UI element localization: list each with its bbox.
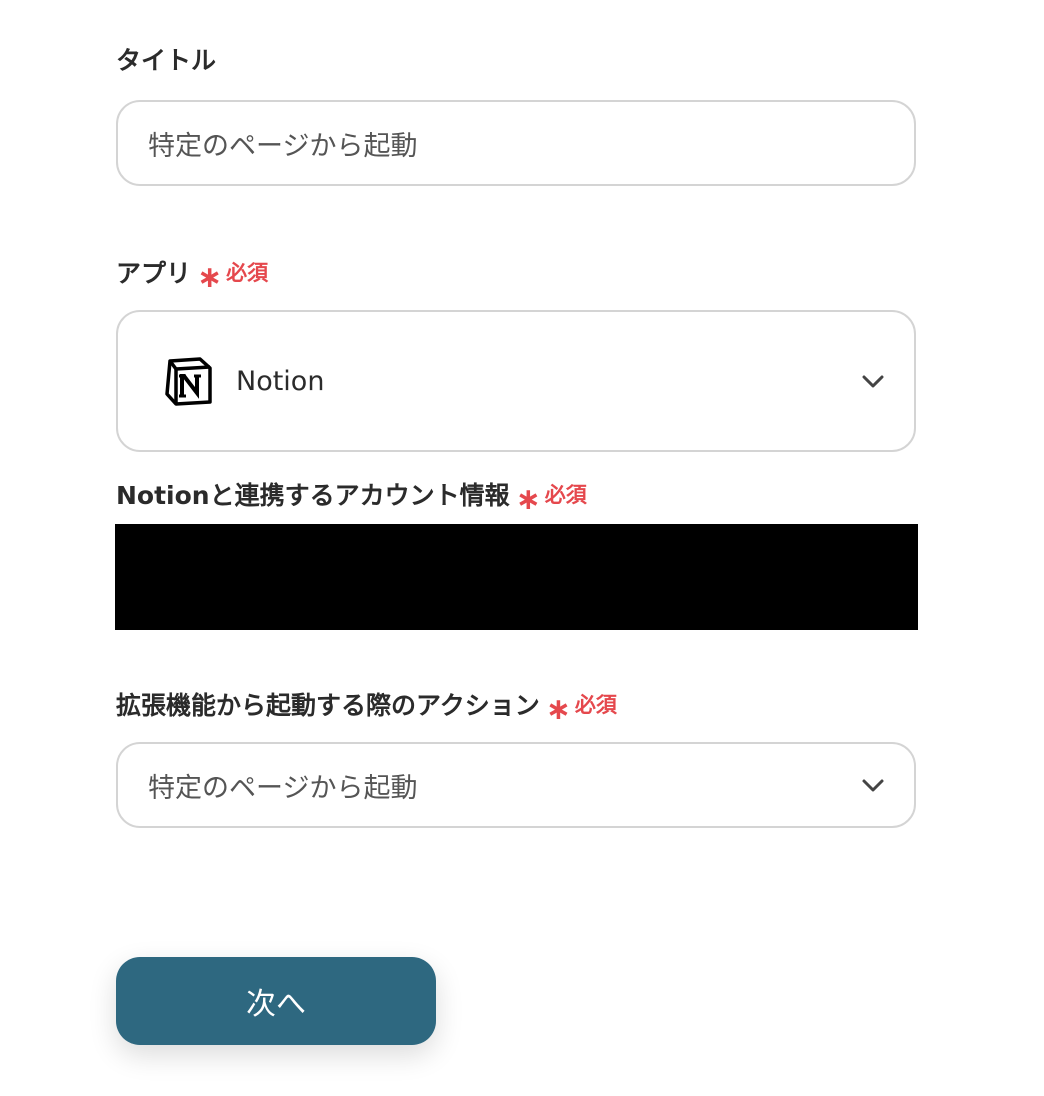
title-input-value: 特定のページから起動 <box>148 130 418 162</box>
title-label: タイトル <box>116 48 216 73</box>
required-star: ∗ <box>515 482 541 517</box>
account-label: Notionと連携するアカウント情報 ∗ 必須 <box>116 480 587 515</box>
action-label: 拡張機能から起動する際のアクション ∗ 必須 <box>116 690 617 725</box>
required-text: 必須 <box>574 692 617 717</box>
title-input[interactable]: 特定のページから起動 <box>116 100 916 186</box>
required-marker: ∗ 必須 <box>546 690 617 725</box>
action-label-text: 拡張機能から起動する際のアクション <box>116 690 540 720</box>
notion-logo-icon <box>164 356 214 406</box>
chevron-down-icon <box>862 779 884 792</box>
account-label-text: Notionと連携するアカウント情報 <box>116 480 510 510</box>
required-star: ∗ <box>545 692 571 727</box>
required-star: ∗ <box>197 260 223 295</box>
title-label-text: タイトル <box>116 46 217 75</box>
account-redacted-block <box>115 524 918 630</box>
chevron-down-icon <box>862 375 884 388</box>
next-button[interactable]: 次へ <box>116 957 436 1045</box>
app-select[interactable]: Notion <box>116 310 916 452</box>
action-select[interactable]: 特定のページから起動 <box>116 742 916 828</box>
required-text: 必須 <box>544 482 587 507</box>
app-select-value: Notion <box>236 365 325 397</box>
app-label: アプリ ∗ 必須 <box>116 258 269 293</box>
required-marker: ∗ 必須 <box>516 480 587 515</box>
action-select-value: 特定のページから起動 <box>148 772 418 804</box>
required-text: 必須 <box>226 260 269 285</box>
app-label-text: アプリ <box>116 258 192 288</box>
required-marker: ∗ 必須 <box>197 258 269 293</box>
form-page: タイトル 特定のページから起動 アプリ ∗ 必須 Notion Notionと連… <box>0 0 1044 1096</box>
